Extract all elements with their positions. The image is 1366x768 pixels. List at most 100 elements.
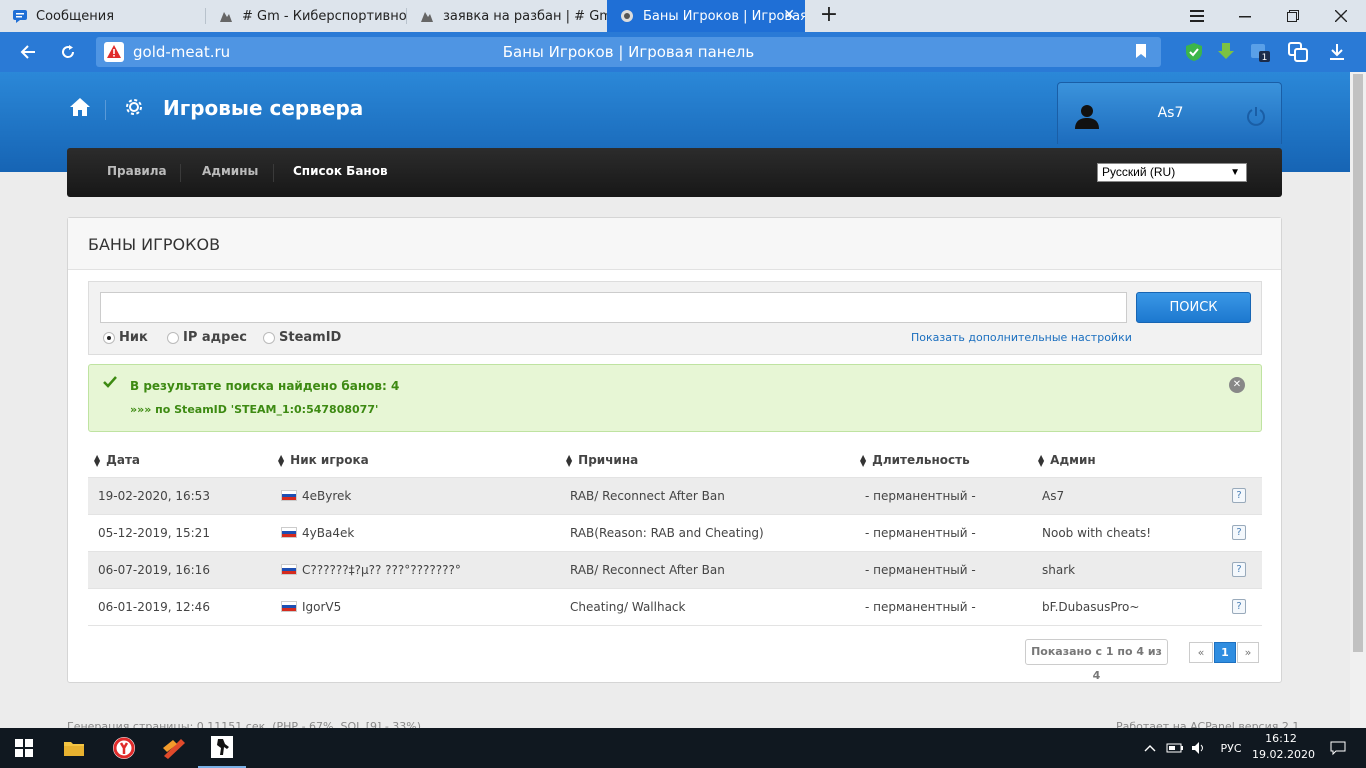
file-explorer-icon[interactable] — [50, 728, 98, 768]
pagination-next-button[interactable]: » — [1237, 642, 1259, 663]
table-row[interactable]: 05-12-2019, 15:21 4yBa4ek RAB(Reason: RA… — [88, 514, 1262, 551]
chevron-down-icon: ▼ — [1230, 167, 1240, 178]
details-icon[interactable]: ? — [1232, 562, 1246, 577]
close-alert-icon[interactable]: ✕ — [1229, 377, 1245, 393]
user-panel: As7 — [1057, 82, 1282, 144]
ban-date: 06-07-2019, 16:16 — [98, 563, 210, 577]
clock-time: 16:12 — [1265, 732, 1297, 745]
bans-panel: БАНЫ ИГРОКОВ ПОИСК Ник IP адрес SteamID … — [67, 217, 1282, 683]
table-row[interactable]: 06-07-2019, 16:16 С??????‡?µ?? ???°?????… — [88, 551, 1262, 588]
column-header-label: Админ — [1050, 453, 1096, 467]
tab-label: заявка на разбан | # Gm - ! — [443, 8, 607, 24]
radio-button-selected[interactable] — [103, 331, 115, 344]
download-arrow-icon[interactable] — [1215, 41, 1237, 63]
radio-button[interactable] — [167, 331, 179, 344]
back-arrow-icon[interactable] — [14, 38, 42, 66]
ban-duration: - перманентный - — [865, 600, 976, 614]
restore-icon[interactable] — [1270, 0, 1316, 32]
pagination-info: Показано с 1 по 4 из 4 — [1025, 639, 1168, 682]
ban-duration: - перманентный - — [865, 563, 976, 577]
ban-reason: RAB(Reason: RAB and Cheating) — [570, 526, 764, 540]
ban-date: 05-12-2019, 15:21 — [98, 526, 210, 540]
russia-flag-icon — [281, 527, 297, 538]
radio-steamid[interactable]: SteamID — [263, 330, 341, 345]
search-button[interactable]: ПОИСК — [1136, 292, 1251, 323]
search-input[interactable] — [100, 292, 1127, 323]
column-header-admin[interactable]: ▲ ▼ Админ — [1038, 447, 1096, 474]
chevron-up-icon[interactable] — [1140, 728, 1160, 768]
tab-player-bans[interactable]: Баны Игроков | Игровая п ✕ — [607, 0, 805, 32]
svg-text:1: 1 — [1262, 53, 1268, 63]
new-tab-button[interactable]: + — [818, 3, 840, 29]
game-launcher-icon[interactable] — [150, 728, 198, 768]
table-row[interactable]: 19-02-2020, 16:53 4eByrek RAB/ Reconnect… — [88, 477, 1262, 514]
table-row[interactable]: 06-01-2019, 12:46 IgorV5 Cheating/ Wallh… — [88, 588, 1262, 625]
taskbar: РУС 16:12 19.02.2020 — [0, 728, 1366, 768]
radio-ip-address[interactable]: IP адрес — [167, 330, 247, 345]
reload-icon[interactable] — [54, 38, 82, 66]
clock[interactable]: 16:12 19.02.2020 — [1252, 731, 1315, 763]
windows-start-icon[interactable] — [0, 728, 48, 768]
menu-icon[interactable] — [1174, 0, 1220, 32]
input-language[interactable]: РУС — [1214, 728, 1248, 768]
nav-item-rules[interactable]: Правила — [107, 164, 167, 178]
details-icon[interactable]: ? — [1232, 525, 1246, 540]
minimize-icon[interactable] — [1222, 0, 1268, 32]
nav-separator — [180, 164, 181, 182]
alert-search-criteria: »»» по SteamID 'STEAM_1:0:547808077' — [130, 403, 379, 416]
column-header-date[interactable]: ▲ ▼ Дата — [94, 447, 140, 474]
url-field[interactable]: gold-meat.ru Баны Игроков | Игровая пане… — [96, 37, 1161, 67]
logout-power-icon[interactable] — [1245, 105, 1267, 127]
tab-unban-request[interactable]: заявка на разбан | # Gm - ! — [407, 0, 607, 32]
scrollbar-thumb[interactable] — [1353, 74, 1363, 652]
home-icon[interactable] — [69, 96, 91, 118]
column-header-nick[interactable]: ▲ ▼ Ник игрока — [278, 447, 369, 474]
ban-reason: Cheating/ Wallhack — [570, 600, 686, 614]
radio-nick[interactable]: Ник — [103, 330, 148, 345]
russia-flag-icon — [281, 601, 297, 612]
tab-messages[interactable]: Сообщения — [0, 0, 205, 32]
table-bottom-border — [88, 625, 1262, 626]
extension-badge-icon[interactable]: 1 — [1249, 41, 1271, 63]
site-icon — [421, 12, 433, 22]
notifications-icon[interactable] — [1318, 728, 1358, 768]
ban-date: 19-02-2020, 16:53 — [98, 489, 210, 503]
advanced-settings-link[interactable]: Показать дополнительные настройки — [911, 331, 1132, 344]
russia-flag-icon — [281, 490, 297, 501]
footer-generation-time: Генерация страницы: 0.11151 сек. (PHP - … — [67, 720, 422, 728]
yandex-browser-icon[interactable] — [100, 728, 148, 768]
panel-header: БАНЫ ИГРОКОВ — [68, 218, 1281, 270]
header-divider — [105, 100, 106, 120]
nav-item-admins[interactable]: Админы — [202, 164, 258, 178]
sort-icon: ▲ ▼ — [1038, 452, 1045, 468]
battery-icon[interactable] — [1164, 728, 1186, 768]
radio-button[interactable] — [263, 331, 275, 344]
footer-powered-by: Работает на ACPanel версия 2.1 — [1116, 720, 1300, 728]
volume-icon[interactable] — [1188, 728, 1210, 768]
shield-icon[interactable] — [1183, 41, 1205, 63]
nav-item-ban-list[interactable]: Список Банов — [293, 164, 388, 178]
close-tab-icon[interactable]: ✕ — [783, 7, 795, 23]
player-nick: 4yBa4ek — [281, 526, 354, 540]
bookmark-icon[interactable] — [1135, 43, 1149, 61]
address-bar: gold-meat.ru Баны Игроков | Игровая пане… — [0, 32, 1366, 72]
ban-admin: As7 — [1042, 489, 1065, 503]
collections-icon[interactable] — [1287, 41, 1309, 63]
details-icon[interactable]: ? — [1232, 599, 1246, 614]
chat-icon — [13, 10, 27, 23]
russia-flag-icon — [281, 564, 297, 575]
counter-strike-icon[interactable] — [198, 728, 246, 768]
player-nick-text: 4yBa4ek — [302, 526, 355, 540]
column-header-duration[interactable]: ▲ ▼ Длительность — [860, 447, 970, 474]
column-header-label: Причина — [578, 453, 639, 467]
pagination-page-button[interactable]: 1 — [1214, 642, 1236, 663]
tab-gm-esports[interactable]: # Gm - Киберспортивное с — [206, 0, 406, 32]
close-window-icon[interactable] — [1318, 0, 1364, 32]
pagination-prev-button[interactable]: « — [1189, 642, 1213, 663]
language-select[interactable]: Русский (RU) ▼ — [1097, 163, 1247, 182]
page-scrollbar[interactable] — [1350, 72, 1366, 728]
check-icon — [103, 375, 117, 389]
downloads-icon[interactable] — [1326, 41, 1348, 63]
column-header-reason[interactable]: ▲ ▼ Причина — [566, 447, 638, 474]
details-icon[interactable]: ? — [1232, 488, 1246, 503]
